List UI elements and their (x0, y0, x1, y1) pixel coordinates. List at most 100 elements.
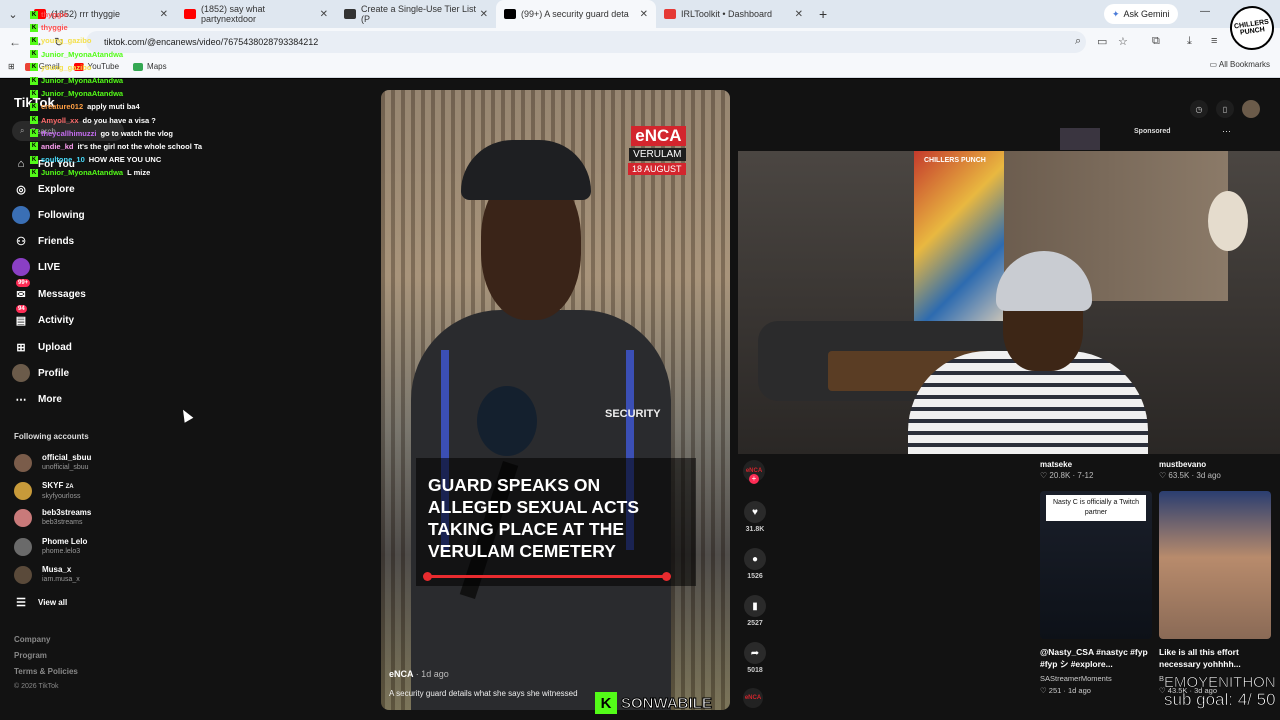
friends-icon: ⚇ (16, 235, 26, 248)
download-icon[interactable]: ⤓ (1187, 35, 1192, 48)
account-item[interactable]: official_sbuu unofficial_sbuu (14, 453, 91, 472)
kick-icon: K (30, 142, 38, 151)
bookmark-button[interactable]: ▮ 2527 (742, 595, 768, 627)
guard-cap (461, 140, 591, 200)
video-player[interactable]: SECURITY eNCA VERULAM 18 AUGUST GUARD SP… (381, 90, 730, 710)
account-name: Musa_x (42, 565, 72, 574)
close-icon[interactable]: ✕ (640, 9, 648, 20)
chat-message: Kcreature012 apply muti ba4 (30, 100, 280, 113)
view-all-label: View all (38, 597, 68, 607)
sidebar-item-label: More (38, 393, 62, 405)
thumbnail-user[interactable]: SAStreamerMoments (1040, 674, 1112, 683)
all-bookmarks[interactable]: ▭ All Bookmarks (1210, 60, 1270, 69)
tab-3[interactable]: Create a Single-Use Tier List (P ✕ (336, 0, 496, 28)
location-label: VERULAM (629, 148, 686, 161)
card-stats: ♡ 20.8K · 7-12 (1040, 471, 1094, 480)
card-meta[interactable]: mustbevano ♡ 63.5K · 3d ago (1159, 460, 1221, 480)
sidebar-item-friends[interactable]: ⚇ Friends (12, 232, 74, 250)
sidebar-item-explore[interactable]: ◎ Explore (12, 180, 75, 198)
avatar (14, 537, 32, 556)
apps-icon[interactable]: ⊞ (8, 62, 15, 71)
upload-icon: ⊞ (16, 341, 26, 354)
follow-plus-icon[interactable]: + (749, 474, 759, 484)
sidebar-item-activity[interactable]: ▤ 94 Activity (12, 305, 74, 329)
cam-poster-text: CHILLERS PUNCH (924, 157, 986, 164)
footer-program[interactable]: Program (14, 651, 47, 660)
next-creator-avatar[interactable]: eNCA (743, 688, 763, 708)
chat-text: it's the girl not the whole school Ta (77, 141, 203, 151)
comment-button[interactable]: ● 1526 (742, 548, 768, 580)
minimize-icon[interactable]: — (1200, 6, 1210, 17)
sidebar-item-profile[interactable]: Profile (12, 364, 69, 382)
bookmark-count: 2527 (747, 620, 763, 627)
share-button[interactable]: ➦ 5018 (742, 642, 768, 674)
account-item[interactable]: Phome Lelo phome.lelo3 (14, 537, 87, 556)
new-tab-button[interactable]: + (819, 6, 827, 22)
tab-5[interactable]: IRLToolkit • Dashboard ✕ (656, 0, 811, 28)
kick-icon: K (30, 76, 38, 85)
thumbnail-caption[interactable]: Like is all this effort necessary yohhhh… (1159, 646, 1271, 670)
search-icon: ⌕ (20, 126, 25, 135)
chat-message: K Junior_MyonaAtandwa (30, 87, 280, 100)
video-thumbnail[interactable] (1159, 491, 1271, 639)
account-item[interactable]: beb3streams beb3streams (14, 508, 91, 527)
footer-company[interactable]: Company (14, 635, 50, 644)
close-icon[interactable]: ✕ (480, 9, 488, 20)
sidebar-item-upload[interactable]: ⊞ Upload (12, 338, 72, 356)
account-item[interactable]: Musa_x iam.musa_x (14, 565, 80, 584)
avatar (14, 482, 32, 500)
sponsored-thumbnail (1060, 128, 1100, 150)
folder-icon: ▭ (1209, 60, 1219, 69)
close-icon[interactable]: ✕ (795, 9, 803, 20)
account-handle: beb3streams (42, 519, 83, 526)
avatar (14, 508, 32, 527)
like-count: 31.8K (745, 526, 765, 533)
zoom-icon[interactable]: ⌕ (1075, 35, 1081, 48)
tiktok-icon (504, 9, 516, 19)
sidebar-item-label: Upload (38, 341, 72, 353)
kick-icon: K (30, 89, 38, 98)
reading-list-icon[interactable]: ≡ (1211, 35, 1217, 47)
sponsored-card[interactable]: Sponsored ⋯ (1040, 126, 1240, 151)
account-item[interactable]: SKYF ZA skyfyourloss (14, 481, 81, 501)
sidebar-item-more[interactable]: ⋯ More (12, 390, 62, 408)
thumbnail-caption[interactable]: @Nasty_CSA #nastyc #fyp #fyp シ #explore.… (1040, 646, 1152, 670)
enca-logo: eNCA (631, 126, 686, 146)
tab-search-icon[interactable]: ⌄ (0, 0, 26, 28)
card-meta[interactable]: matseke ♡ 20.8K · 7-12 (1040, 460, 1093, 480)
kick-icon: K (30, 10, 38, 19)
card-user: mustbevano (1159, 460, 1207, 469)
sidebar-item-following[interactable]: Following (12, 206, 85, 224)
tierlist-icon (344, 9, 356, 19)
avatar[interactable] (1242, 100, 1260, 118)
guard-figure (411, 130, 671, 710)
coins-icon[interactable]: ◷ (1190, 100, 1208, 118)
account-name: official_sbuu (42, 453, 92, 462)
like-button[interactable]: ♥ 31.8K (742, 501, 768, 533)
back-icon[interactable]: ← (4, 35, 26, 49)
more-icon: ⋯ (15, 393, 27, 406)
all-bookmarks-label: All Bookmarks (1218, 60, 1270, 69)
view-all-link[interactable]: ☰ View all (12, 593, 67, 611)
activity-icon: ▤ 94 (15, 305, 27, 327)
following-icon (12, 206, 30, 224)
cast-icon[interactable]: ▭ (1097, 35, 1107, 48)
messages-badge: 99+ (16, 279, 31, 287)
avatar (14, 453, 32, 472)
stream-chat-overlay: Kthyggie Kthyggie Kyoung_gazibo K Junior_Myo… (30, 8, 280, 179)
chat-username: andie_kd (41, 141, 74, 151)
tab-4-active[interactable]: (99+) A security guard deta ✕ (496, 0, 656, 28)
extensions-icon[interactable]: ⧉ (1152, 35, 1160, 48)
chat-text: do you have a visa ? (82, 115, 156, 125)
sidebar-item-live[interactable]: LIVE (12, 258, 60, 276)
ask-gemini-button[interactable]: ✦ Ask Gemini (1104, 4, 1178, 24)
star-icon[interactable]: ☆ (1118, 35, 1128, 48)
video-author[interactable]: eNCA · 1d ago (389, 669, 449, 679)
sidebar-item-messages[interactable]: ✉ 99+ Messages (12, 279, 86, 303)
close-icon[interactable]: ✕ (320, 9, 328, 20)
device-icon[interactable]: ▯ (1216, 100, 1234, 118)
more-options-icon[interactable]: ⋯ (1222, 126, 1231, 137)
kick-username: SONWABILE (621, 694, 713, 712)
footer-terms[interactable]: Terms & Policies (14, 667, 78, 676)
chat-message: Kandie_kd it's the girl not the whole sch… (30, 140, 280, 153)
